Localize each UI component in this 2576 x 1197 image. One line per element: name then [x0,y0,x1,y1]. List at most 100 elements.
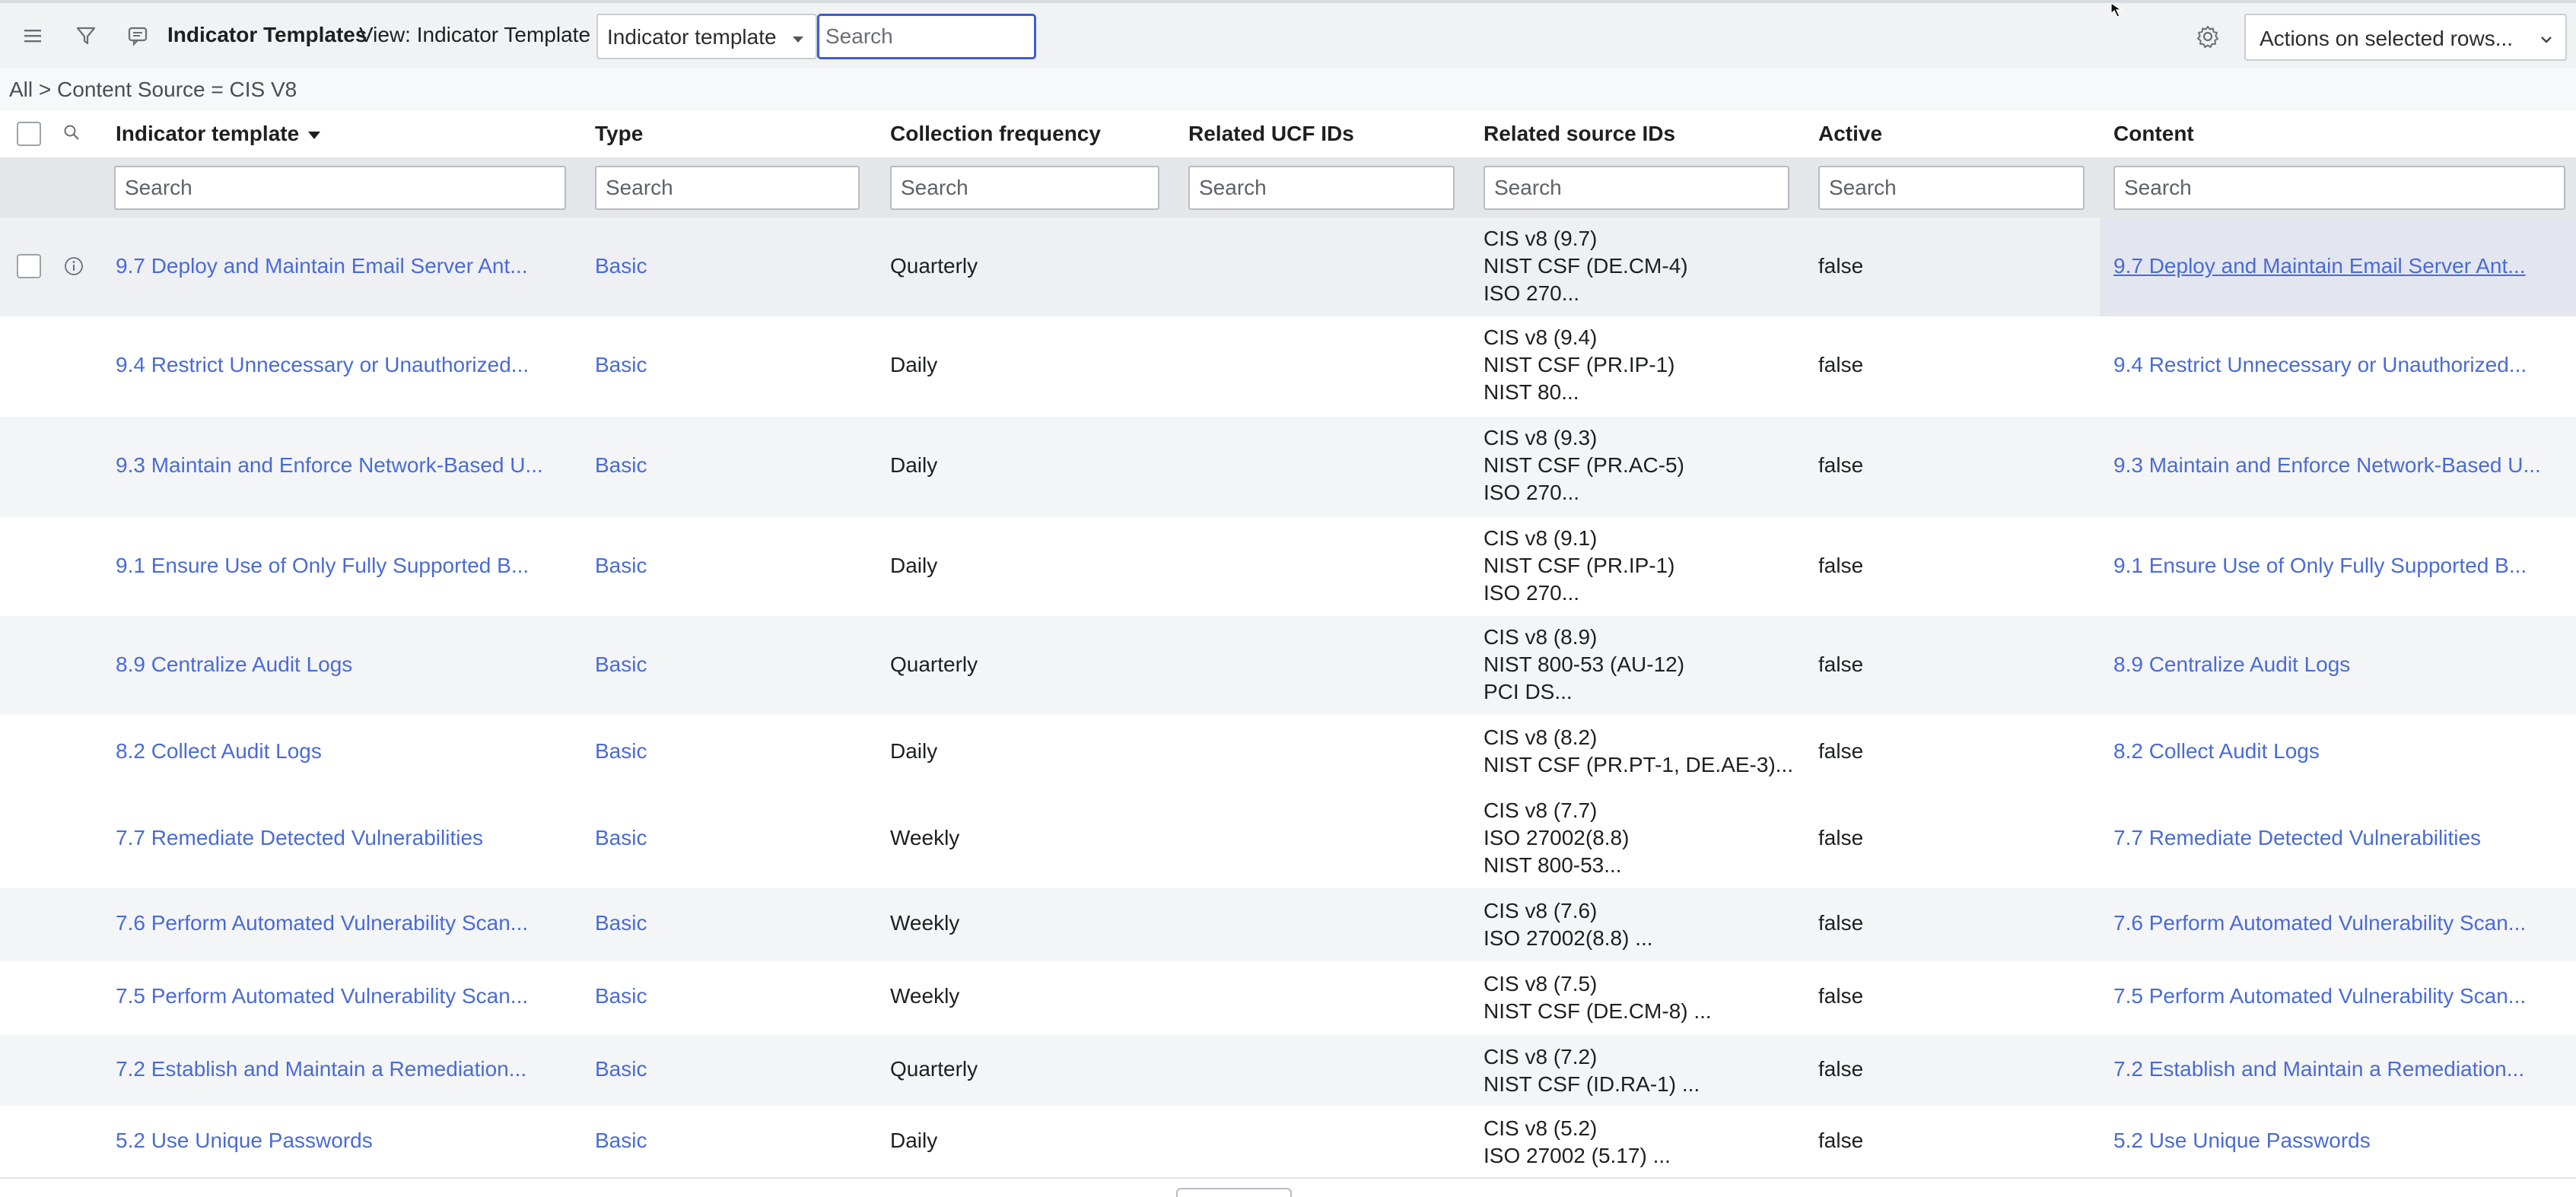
actions-on-selected-rows-select[interactable]: Actions on selected rows... [2244,14,2567,61]
content-link[interactable]: 7.2 Establish and Maintain a Remediation… [2113,1057,2524,1081]
column-header-content[interactable]: Content [2113,122,2194,146]
table-row[interactable]: 7.5 Perform Automated Vulnerability Scan… [0,961,2576,1034]
type-link[interactable]: Basic [595,353,647,377]
info-icon[interactable] [64,256,84,276]
page-title: Indicator Templates [167,23,367,46]
table-row[interactable]: 8.2 Collect Audit Logs Basic Daily CIS v… [0,715,2576,791]
type-link[interactable]: Basic [595,554,647,578]
select-all-checkbox[interactable] [17,122,41,146]
view-label[interactable]: View: Indicator Template [359,23,590,47]
table-row[interactable]: 7.6 Perform Automated Vulnerability Scan… [0,888,2576,961]
source-id-line: ISO 27002 (5.17) ... [1484,1144,1671,1167]
active-cell: false [1818,453,1864,477]
table-row[interactable]: 7.7 Remediate Detected Vulnerabilities B… [0,791,2576,888]
indicator-template-link[interactable]: 7.5 Perform Automated Vulnerability Scan… [116,984,528,1008]
filter-collection-frequency-input[interactable] [890,166,1159,210]
source-id-line: NIST CSF (DE.CM-4) [1484,254,1688,278]
filter-active-input[interactable] [1818,166,2085,210]
active-cell: false [1818,739,1864,763]
table-row[interactable]: 9.7 Deploy and Maintain Email Server Ant… [0,217,2576,316]
pagination-handle[interactable] [1176,1188,1292,1197]
filter-indicator-template-input[interactable] [114,166,566,210]
type-link[interactable]: Basic [595,984,647,1008]
related-source-ids-cell: CIS v8 (7.5) NIST CSF (DE.CM-8) ... [1484,970,1712,1025]
source-id-line: NIST 800-53... [1484,853,1622,877]
hamburger-menu-icon[interactable] [20,23,46,49]
source-id-line: NIST CSF (PR.PT-1, DE.AE-3)... [1484,753,1794,776]
filter-content-input[interactable] [2113,166,2565,210]
table-row[interactable]: 9.1 Ensure Use of Only Fully Supported B… [0,517,2576,616]
gear-icon[interactable] [2194,23,2221,50]
type-link[interactable]: Basic [595,1057,647,1081]
search-input[interactable] [817,14,1036,59]
content-link[interactable]: 9.1 Ensure Use of Only Fully Supported B… [2113,554,2527,578]
indicator-template-link[interactable]: 8.2 Collect Audit Logs [116,739,322,764]
table-row[interactable]: 7.2 Establish and Maintain a Remediation… [0,1034,2576,1106]
table-row[interactable]: 8.9 Centralize Audit Logs Basic Quarterl… [0,616,2576,715]
filter-icon[interactable] [73,23,99,49]
filter-type-input[interactable] [595,166,860,210]
column-header-collection-frequency[interactable]: Collection frequency [890,122,1101,146]
indicator-template-link[interactable]: 8.9 Centralize Audit Logs [116,652,352,677]
column-search-icon[interactable] [62,123,81,145]
type-link[interactable]: Basic [595,254,647,278]
collection-frequency-cell: Daily [890,739,938,763]
column-header-indicator-template[interactable]: Indicator template [116,122,321,146]
type-link[interactable]: Basic [595,1129,647,1153]
content-link[interactable]: 7.5 Perform Automated Vulnerability Scan… [2113,984,2526,1008]
table-row[interactable]: 9.3 Maintain and Enforce Network-Based U… [0,417,2576,517]
indicator-template-link[interactable]: 9.4 Restrict Unnecessary or Unauthorized… [116,353,529,377]
sort-descending-icon[interactable] [308,131,321,139]
source-id-line: NIST 80... [1484,380,1579,404]
content-link[interactable]: 5.2 Use Unique Passwords [2113,1129,2371,1153]
collection-frequency-cell: Daily [890,1129,938,1152]
column-header-related-source-ids[interactable]: Related source IDs [1484,122,1675,146]
source-id-line: ISO 270... [1484,281,1580,305]
indicator-template-link[interactable]: 9.7 Deploy and Maintain Email Server Ant… [116,254,528,278]
content-link[interactable]: 9.3 Maintain and Enforce Network-Based U… [2113,453,2541,478]
source-id-line: NIST CSF (PR.AC-5) [1484,453,1684,477]
actions-select-label: Actions on selected rows... [2260,27,2514,50]
indicator-template-link[interactable]: 7.7 Remediate Detected Vulnerabilities [116,826,483,850]
type-link[interactable]: Basic [595,826,647,850]
content-link[interactable]: 7.6 Perform Automated Vulnerability Scan… [2113,911,2526,935]
content-link[interactable]: 8.9 Centralize Audit Logs [2113,652,2350,677]
collection-frequency-cell: Weekly [890,826,960,849]
filter-related-ucf-ids-input[interactable] [1188,166,1455,210]
content-link[interactable]: 9.7 Deploy and Maintain Email Server Ant… [2113,254,2526,278]
collection-frequency-cell: Daily [890,453,938,477]
column-header-related-ucf-ids[interactable]: Related UCF IDs [1188,122,1354,146]
source-id-line: ISO 27002(8.8) [1484,826,1630,849]
source-id-line: NIST 800-53 (AU-12) [1484,652,1685,676]
content-link[interactable]: 8.2 Collect Audit Logs [2113,739,2320,764]
table-bottom-divider [0,1177,2576,1179]
filter-related-source-ids-input[interactable] [1484,166,1789,210]
search-field-select[interactable]: Indicator template [596,14,817,59]
column-header-type[interactable]: Type [595,122,643,146]
comment-icon[interactable] [125,23,151,49]
related-source-ids-cell: CIS v8 (7.2) NIST CSF (ID.RA-1) ... [1484,1043,1700,1098]
table-row[interactable]: 5.2 Use Unique Passwords Basic Daily CIS… [0,1106,2576,1177]
column-header-active[interactable]: Active [1818,122,1882,146]
type-link[interactable]: Basic [595,911,647,935]
table-row[interactable]: 9.4 Restrict Unnecessary or Unauthorized… [0,316,2576,417]
indicator-template-link[interactable]: 7.6 Perform Automated Vulnerability Scan… [116,911,528,935]
content-link[interactable]: 7.7 Remediate Detected Vulnerabilities [2113,826,2481,850]
row-checkbox[interactable] [17,254,41,278]
indicator-template-link[interactable]: 5.2 Use Unique Passwords [116,1129,373,1153]
related-source-ids-cell: CIS v8 (5.2) ISO 27002 (5.17) ... [1484,1115,1671,1170]
indicator-template-link[interactable]: 7.2 Establish and Maintain a Remediation… [116,1057,526,1081]
type-link[interactable]: Basic [595,652,647,677]
collection-frequency-cell: Quarterly [890,652,978,676]
breadcrumb[interactable]: All > Content Source = CIS V8 [0,68,2576,111]
content-link[interactable]: 9.4 Restrict Unnecessary or Unauthorized… [2113,353,2527,377]
indicator-template-link[interactable]: 9.3 Maintain and Enforce Network-Based U… [116,453,543,478]
search-field-select-value: Indicator template [607,25,777,49]
source-id-line: CIS v8 (7.2) [1484,1045,1598,1068]
indicator-template-link[interactable]: 9.1 Ensure Use of Only Fully Supported B… [116,554,529,578]
type-link[interactable]: Basic [595,453,647,478]
type-link[interactable]: Basic [595,739,647,764]
collection-frequency-cell: Quarterly [890,1057,978,1081]
source-id-line: CIS v8 (9.1) [1484,526,1598,550]
related-source-ids-cell: CIS v8 (7.7) ISO 27002(8.8) NIST 800-53.… [1484,797,1629,879]
